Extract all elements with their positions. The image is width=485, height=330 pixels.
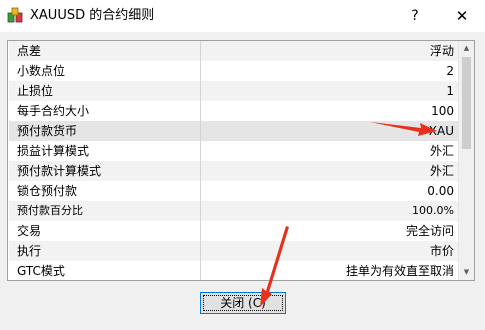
scroll-down-icon[interactable]: ▼ [459, 265, 474, 280]
table-row[interactable]: 交易 完全访问 [9, 221, 460, 241]
table-row[interactable]: GTC模式 挂单为有效直至取消 [9, 261, 460, 280]
spec-name: 预付款计算模式 [9, 161, 201, 181]
spec-name: GTC模式 [9, 261, 201, 280]
scroll-thumb[interactable] [462, 57, 471, 149]
table-row[interactable]: 预付款计算模式 外汇 [9, 161, 460, 181]
spec-name: 损益计算模式 [9, 141, 201, 161]
contract-spec-table: 点差 浮动 小数点位 2 止损位 1 每手合约大小 100 预付款货币 XAU … [7, 40, 475, 281]
spec-value: 浮动 [429, 44, 454, 58]
table-row[interactable]: 止损位 1 [9, 81, 460, 101]
spec-name: 锁仓预付款 [9, 181, 201, 201]
spec-value: 100 [431, 104, 454, 118]
spec-value: 外汇 [429, 144, 454, 158]
spec-value: 市价 [429, 244, 454, 258]
spec-name: 止损位 [9, 81, 201, 101]
spec-name: 每手合约大小 [9, 101, 201, 121]
spec-value: 完全访问 [405, 224, 454, 238]
table-row[interactable]: 预付款百分比 100.0% [9, 201, 460, 221]
spec-value: 2 [446, 64, 454, 78]
table-row[interactable]: 小数点位 2 [9, 61, 460, 81]
table-row[interactable]: 点差 浮动 [9, 41, 460, 61]
close-dialog-button[interactable]: 关闭 (C) [200, 292, 286, 314]
spec-value: 挂单为有效直至取消 [345, 264, 454, 278]
spec-value: 1 [446, 84, 454, 98]
scroll-up-icon[interactable]: ▲ [459, 41, 474, 56]
vertical-scrollbar[interactable]: ▲ ▼ [458, 41, 474, 280]
spec-name: 预付款货币 [9, 121, 201, 141]
table-row[interactable]: 预付款货币 XAU [9, 121, 460, 141]
help-button[interactable]: ? [393, 0, 437, 32]
spec-value: 100.0% [412, 204, 454, 217]
table-row[interactable]: 执行 市价 [9, 241, 460, 261]
spec-name: 小数点位 [9, 61, 201, 81]
spec-value: 0.00 [427, 184, 454, 198]
table-row[interactable]: 每手合约大小 100 [9, 101, 460, 121]
spec-name: 预付款百分比 [9, 201, 201, 221]
window-title: XAUUSD 的合约细则 [30, 8, 155, 23]
spec-name: 执行 [9, 241, 201, 261]
window-close-button[interactable]: ✕ [439, 0, 485, 32]
spec-name: 点差 [9, 41, 201, 61]
spec-value: 外汇 [429, 164, 454, 178]
table-row[interactable]: 锁仓预付款 0.00 [9, 181, 460, 201]
table-row[interactable]: 损益计算模式 外汇 [9, 141, 460, 161]
spec-value: XAU [428, 124, 454, 138]
contract-spec-app-icon [7, 7, 23, 23]
spec-name: 交易 [9, 221, 201, 241]
title-bar: XAUUSD 的合约细则 ? ✕ [0, 0, 485, 32]
